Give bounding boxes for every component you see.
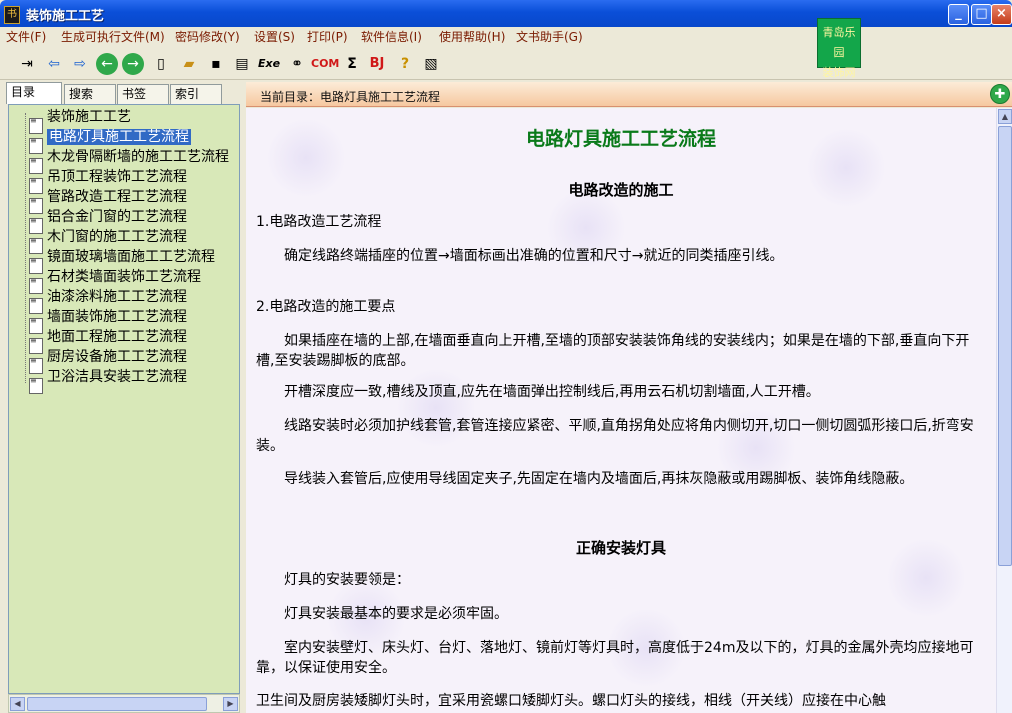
maximize-button[interactable]: □ [971, 4, 992, 25]
tree-item[interactable]: ≡ 油漆涂料施工工艺流程 [29, 287, 187, 314]
app-icon: 书 [4, 6, 20, 24]
paragraph: 确定线路终端插座的位置→墙面标画出准确的位置和尺寸→就近的同类插座引线。 [284, 248, 784, 264]
tree-item[interactable]: ≡ 厨房设备施工工艺流程 [29, 347, 187, 374]
binoculars-icon[interactable]: ⚭ [286, 53, 308, 75]
clipboard-icon[interactable]: ▧ [420, 53, 442, 75]
nav-tabs: 目录 搜索 书签 索引 [0, 82, 240, 104]
arrow-left-icon[interactable]: ⇦ [43, 53, 65, 75]
exit-icon[interactable]: ⇥ [16, 53, 38, 75]
paragraph: 1.电路改造工艺流程 [256, 214, 382, 230]
back-circle-icon[interactable]: ← [96, 53, 118, 75]
scroll-left-icon[interactable]: ◀ [10, 697, 25, 711]
help-icon[interactable]: ? [394, 53, 416, 75]
tree-item[interactable]: ≡ 卫浴洁具安装工艺流程 [29, 367, 187, 394]
scroll-thumb[interactable] [27, 697, 207, 711]
document-vertical-scrollbar[interactable]: ▲ [996, 108, 1012, 713]
paragraph: 开槽深度应一致,槽线及顶直,应先在墙面弹出控制线后,再用云石机切割墙面,人工开槽… [284, 384, 820, 400]
tree-item[interactable]: ≡ 吊顶工程装饰工艺流程 [29, 167, 187, 194]
forward-circle-icon[interactable]: → [122, 53, 144, 75]
scroll-up-icon[interactable]: ▲ [998, 109, 1012, 124]
section-heading: 正确安装灯具 [575, 539, 666, 557]
contents-tree: ≡ 装饰施工工艺 ≡ 电路灯具施工工艺流程 ≡ 木龙骨隔断墙的施工工艺流程 ≡ 吊顶工程… [8, 104, 240, 694]
menu-print[interactable]: 打印(P) [307, 28, 348, 45]
paragraph: 灯具的安装要领是： [284, 572, 410, 588]
section-heading: 电路改造的施工 [568, 181, 674, 199]
tree-item[interactable]: ≡ 铝合金门窗的工艺流程 [29, 207, 187, 234]
arrow-right-icon[interactable]: ⇨ [69, 53, 91, 75]
tree-item[interactable]: ≡ 木龙骨隔断墙的施工工艺流程 [29, 147, 229, 174]
doc-title: 电路灯具施工工艺流程 [525, 128, 716, 150]
paragraph: 导线装入套管后,应使用导线固定夹子,先固定在墙内及墙面后,再抹灰隐蔽或用踢脚板、… [284, 471, 914, 487]
tree-item[interactable]: ≡ 装饰施工工艺 [29, 107, 131, 134]
tree-item[interactable]: ≡ 地面工程施工工艺流程 [29, 327, 187, 354]
page-icon: ≡ [29, 377, 43, 394]
scroll-right-icon[interactable]: ▶ [223, 697, 238, 711]
tree-item[interactable]: ≡ 石材类墙面装饰工艺流程 [29, 267, 201, 294]
ad-banner[interactable]: 青岛乐园 装饰网图书 [817, 18, 861, 99]
tab-bookmarks[interactable]: 书签 [117, 84, 169, 104]
bj-icon[interactable]: BJ [366, 53, 388, 75]
menu-doc-assistant[interactable]: 文书助手(G) [516, 28, 583, 45]
open-folder-icon[interactable]: ▰ [178, 53, 200, 75]
paragraph: 卫生间及厨房装矮脚灯头时，宜采用瓷螺口矮脚灯头。螺口灯头的接线，相线（开关线）应… [256, 693, 886, 709]
menu-password[interactable]: 密码修改(Y) [175, 28, 240, 45]
paragraph: 线路安装时必须加护线套管,套管连接应紧密、平顺,直角拐角处应将角内侧切开,切口一… [256, 418, 974, 454]
print-icon[interactable]: ▤ [231, 53, 253, 75]
tree-connector [25, 113, 26, 383]
ad-line-1: 青岛乐园 [822, 26, 856, 59]
document-view[interactable]: 电路灯具施工工艺流程 电路改造的施工 1.电路改造工艺流程 确定线路终端插座的位… [246, 108, 996, 713]
window-title: 装饰施工工艺 [26, 9, 105, 24]
paragraph: 灯具安装最基本的要求是必须牢固。 [284, 606, 508, 622]
tree-item-selected[interactable]: ≡ 电路灯具施工工艺流程 [29, 127, 191, 154]
tree-item[interactable]: ≡ 镜面玻璃墙面施工工艺流程 [29, 247, 215, 274]
tree-item[interactable]: ≡ 管路改造工程工艺流程 [29, 187, 187, 214]
tree-horizontal-scrollbar[interactable]: ◀ ▶ [8, 694, 240, 713]
menu-software-info[interactable]: 软件信息(I) [361, 28, 422, 45]
add-bookmark-icon[interactable]: ✚ [990, 84, 1010, 104]
paragraph: 室内安装壁灯、床头灯、台灯、落地灯、镜前灯等灯具时，高度低于24m及以下的，灯具… [256, 640, 974, 676]
content-header: 当前目录：电路灯具施工工艺流程 ✚ [246, 82, 1012, 107]
minimize-button[interactable]: _ [948, 4, 969, 25]
com-icon[interactable]: COM [311, 53, 339, 75]
scroll-thumb[interactable] [998, 126, 1012, 566]
menu-file[interactable]: 文件(F) [6, 28, 46, 45]
save-icon[interactable]: ▪ [205, 53, 227, 75]
tree-item[interactable]: ≡ 木门窗的施工工艺流程 [29, 227, 187, 254]
menu-generate-exe[interactable]: 生成可执行文件(M) [61, 28, 165, 45]
tree-item[interactable]: ≡ 墙面装饰施工工艺流程 [29, 307, 187, 334]
tab-search[interactable]: 搜索 [64, 84, 116, 104]
close-button[interactable]: × [991, 4, 1012, 25]
menu-help[interactable]: 使用帮助(H) [439, 28, 505, 45]
menu-settings[interactable]: 设置(S) [254, 28, 295, 45]
new-page-icon[interactable]: ▯ [150, 53, 172, 75]
paragraph: 2.电路改造的施工要点 [256, 299, 396, 315]
sigma-icon[interactable]: Σ [341, 53, 363, 75]
paragraph: 如果插座在墙的上部,在墙面垂直向上开槽,至墙的顶部安装装饰角线的安装线内；如果是… [256, 333, 970, 369]
tab-index[interactable]: 索引 [170, 84, 222, 104]
current-directory: 当前目录：电路灯具施工工艺流程 [260, 90, 441, 104]
tab-contents[interactable]: 目录 [6, 82, 62, 104]
exe-icon[interactable]: Exe [258, 53, 280, 75]
